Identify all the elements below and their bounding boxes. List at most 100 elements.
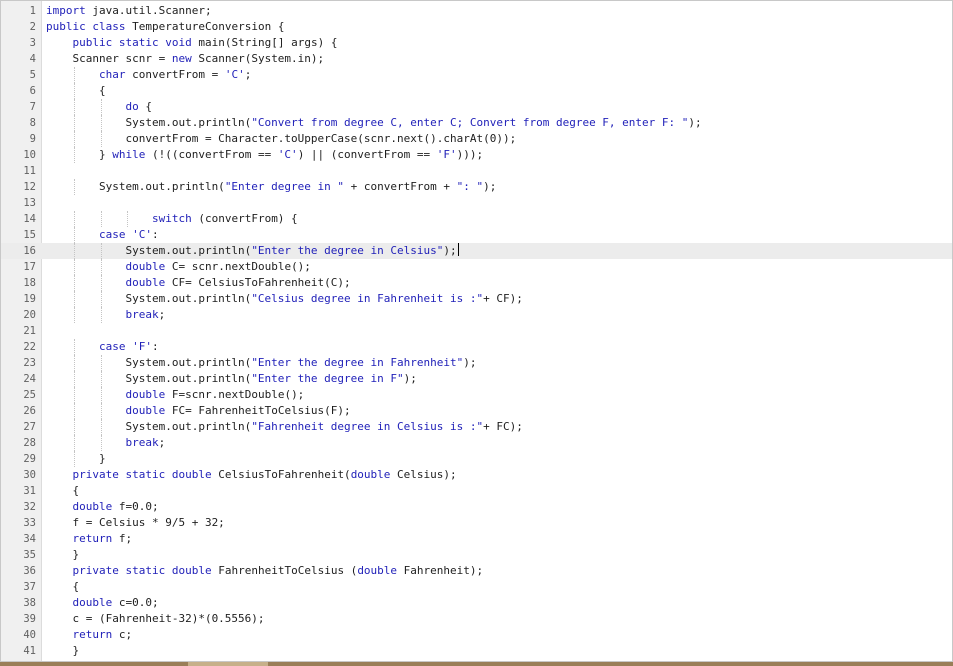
- code-text[interactable]: f = Celsius * 9/5 + 32;: [46, 515, 224, 531]
- code-line[interactable]: 37 {: [1, 579, 952, 595]
- code-editor[interactable]: 1 import java.util.Scanner; 2 public class …: [0, 0, 953, 662]
- code-text[interactable]: public static void main(String[] args) {: [46, 35, 338, 51]
- code-text[interactable]: double F=scnr.nextDouble();: [46, 387, 304, 403]
- line-number: 22: [23, 341, 36, 353]
- line-number: 38: [23, 597, 36, 609]
- code-line[interactable]: 11: [1, 163, 952, 179]
- line-number: 17: [23, 261, 36, 273]
- code-line[interactable]: 32 double f=0.0;: [1, 499, 952, 515]
- code-text[interactable]: c = (Fahrenheit-32)*(0.5556);: [46, 611, 264, 627]
- code-line[interactable]: 36 private static double FahrenheitToCel…: [1, 563, 952, 579]
- code-text[interactable]: double c=0.0;: [46, 595, 159, 611]
- code-line[interactable]: 8 System.out.println("Convert from degre…: [1, 115, 952, 131]
- code-line[interactable]: 5 char convertFrom = 'C';: [1, 67, 952, 83]
- code-text[interactable]: System.out.println("Fahrenheit degree in…: [46, 419, 522, 435]
- code-line[interactable]: 10 } while (!((convertFrom == 'C') || (c…: [1, 147, 952, 163]
- line-number: 5: [29, 69, 36, 81]
- code-line[interactable]: 21: [1, 323, 952, 339]
- code-text[interactable]: System.out.println("Convert from degree …: [46, 115, 701, 131]
- code-line[interactable]: 39 c = (Fahrenheit-32)*(0.5556);: [1, 611, 952, 627]
- code-line[interactable]: 38 double c=0.0;: [1, 595, 952, 611]
- code-text[interactable]: System.out.println("Enter the degree in …: [46, 371, 416, 387]
- line-number: 13: [23, 197, 36, 209]
- code-line[interactable]: 22 case 'F':: [1, 339, 952, 355]
- line-number: 26: [23, 405, 36, 417]
- code-text[interactable]: System.out.println("Enter degree in " + …: [46, 179, 496, 195]
- code-line[interactable]: 24 System.out.println("Enter the degree …: [1, 371, 952, 387]
- code-line[interactable]: 25 double F=scnr.nextDouble();: [1, 387, 952, 403]
- code-text[interactable]: }: [46, 643, 79, 659]
- code-line[interactable]: 7 do {: [1, 99, 952, 115]
- code-text[interactable]: switch (convertFrom) {: [46, 211, 298, 227]
- code-text[interactable]: {: [46, 579, 79, 595]
- code-line[interactable]: 28 break;: [1, 435, 952, 451]
- code-line[interactable]: 9 convertFrom = Character.toUpperCase(sc…: [1, 131, 952, 147]
- code-text[interactable]: {: [46, 83, 106, 99]
- line-number: 35: [23, 549, 36, 561]
- code-text[interactable]: double C= scnr.nextDouble();: [46, 259, 310, 275]
- code-line[interactable]: 15 case 'C':: [1, 227, 952, 243]
- line-number: 33: [23, 517, 36, 529]
- code-text[interactable]: convertFrom = Character.toUpperCase(scnr…: [46, 131, 516, 147]
- code-text[interactable]: return f;: [46, 531, 133, 547]
- code-text[interactable]: } while (!((convertFrom == 'C') || (conv…: [46, 147, 483, 163]
- code-line[interactable]: 19 System.out.println("Celsius degree in…: [1, 291, 952, 307]
- code-text[interactable]: case 'C':: [46, 227, 159, 243]
- line-number: 40: [23, 629, 36, 641]
- code-text[interactable]: System.out.println("Celsius degree in Fa…: [46, 291, 522, 307]
- code-text[interactable]: double CF= CelsiusToFahrenheit(C);: [46, 275, 350, 291]
- line-number: 36: [23, 565, 36, 577]
- code-line[interactable]: 23 System.out.println("Enter the degree …: [1, 355, 952, 371]
- code-text[interactable]: public class TemperatureConversion {: [46, 19, 284, 35]
- code-text[interactable]: private static double CelsiusToFahrenhei…: [46, 467, 457, 483]
- code-text[interactable]: }: [46, 451, 106, 467]
- code-text[interactable]: System.out.println("Enter the degree in …: [46, 243, 459, 259]
- code-line[interactable]: 26 double FC= FahrenheitToCelsius(F);: [1, 403, 952, 419]
- code-line[interactable]: 6 {: [1, 83, 952, 99]
- code-line[interactable]: 2 public class TemperatureConversion {: [1, 19, 952, 35]
- code-line[interactable]: 31 {: [1, 483, 952, 499]
- code-text[interactable]: {: [46, 483, 79, 499]
- code-text[interactable]: char convertFrom = 'C';: [46, 67, 251, 83]
- code-line[interactable]: 17 double C= scnr.nextDouble();: [1, 259, 952, 275]
- code-line[interactable]: 27 System.out.println("Fahrenheit degree…: [1, 419, 952, 435]
- code-text[interactable]: double f=0.0;: [46, 499, 159, 515]
- code-line[interactable]: 34 return f;: [1, 531, 952, 547]
- code-line[interactable]: 4 Scanner scnr = new Scanner(System.in);: [1, 51, 952, 67]
- horizontal-scrollbar[interactable]: [0, 662, 953, 666]
- code-line[interactable]: 20 break;: [1, 307, 952, 323]
- code-line[interactable]: 40 return c;: [1, 627, 952, 643]
- line-number: 20: [23, 309, 36, 321]
- code-line[interactable]: 29 }: [1, 451, 952, 467]
- line-number: 41: [23, 645, 36, 657]
- code-line[interactable]: 3 public static void main(String[] args)…: [1, 35, 952, 51]
- line-number: 6: [29, 85, 36, 97]
- code-line[interactable]: 41 }: [1, 643, 952, 659]
- code-text[interactable]: double FC= FahrenheitToCelsius(F);: [46, 403, 350, 419]
- code-line[interactable]: 35 }: [1, 547, 952, 563]
- code-text[interactable]: break;: [46, 307, 165, 323]
- code-line[interactable]: 14 switch (convertFrom) {: [1, 211, 952, 227]
- code-line[interactable]: 30 private static double CelsiusToFahren…: [1, 467, 952, 483]
- code-line[interactable]: 16 System.out.println("Enter the degree …: [1, 243, 952, 259]
- code-line[interactable]: 18 double CF= CelsiusToFahrenheit(C);: [1, 275, 952, 291]
- line-number: 15: [23, 229, 36, 241]
- line-number: 21: [23, 325, 36, 337]
- code-line[interactable]: 1 import java.util.Scanner;: [1, 3, 952, 19]
- code-line[interactable]: 12 System.out.println("Enter degree in "…: [1, 179, 952, 195]
- line-number: 32: [23, 501, 36, 513]
- code-line[interactable]: 33 f = Celsius * 9/5 + 32;: [1, 515, 952, 531]
- code-text[interactable]: break;: [46, 435, 165, 451]
- scrollbar-thumb[interactable]: [188, 662, 268, 666]
- line-number: 25: [23, 389, 36, 401]
- code-text[interactable]: }: [46, 547, 79, 563]
- code-line[interactable]: 13: [1, 195, 952, 211]
- code-text[interactable]: do {: [46, 99, 152, 115]
- code-text[interactable]: private static double FahrenheitToCelsiu…: [46, 563, 484, 579]
- code-text[interactable]: return c;: [46, 627, 133, 643]
- code-text[interactable]: case 'F':: [46, 339, 159, 355]
- code-lines: 1 import java.util.Scanner; 2 public class …: [1, 3, 952, 659]
- code-text[interactable]: Scanner scnr = new Scanner(System.in);: [46, 51, 324, 67]
- code-text[interactable]: System.out.println("Enter the degree in …: [46, 355, 476, 371]
- code-text[interactable]: import java.util.Scanner;: [46, 3, 212, 19]
